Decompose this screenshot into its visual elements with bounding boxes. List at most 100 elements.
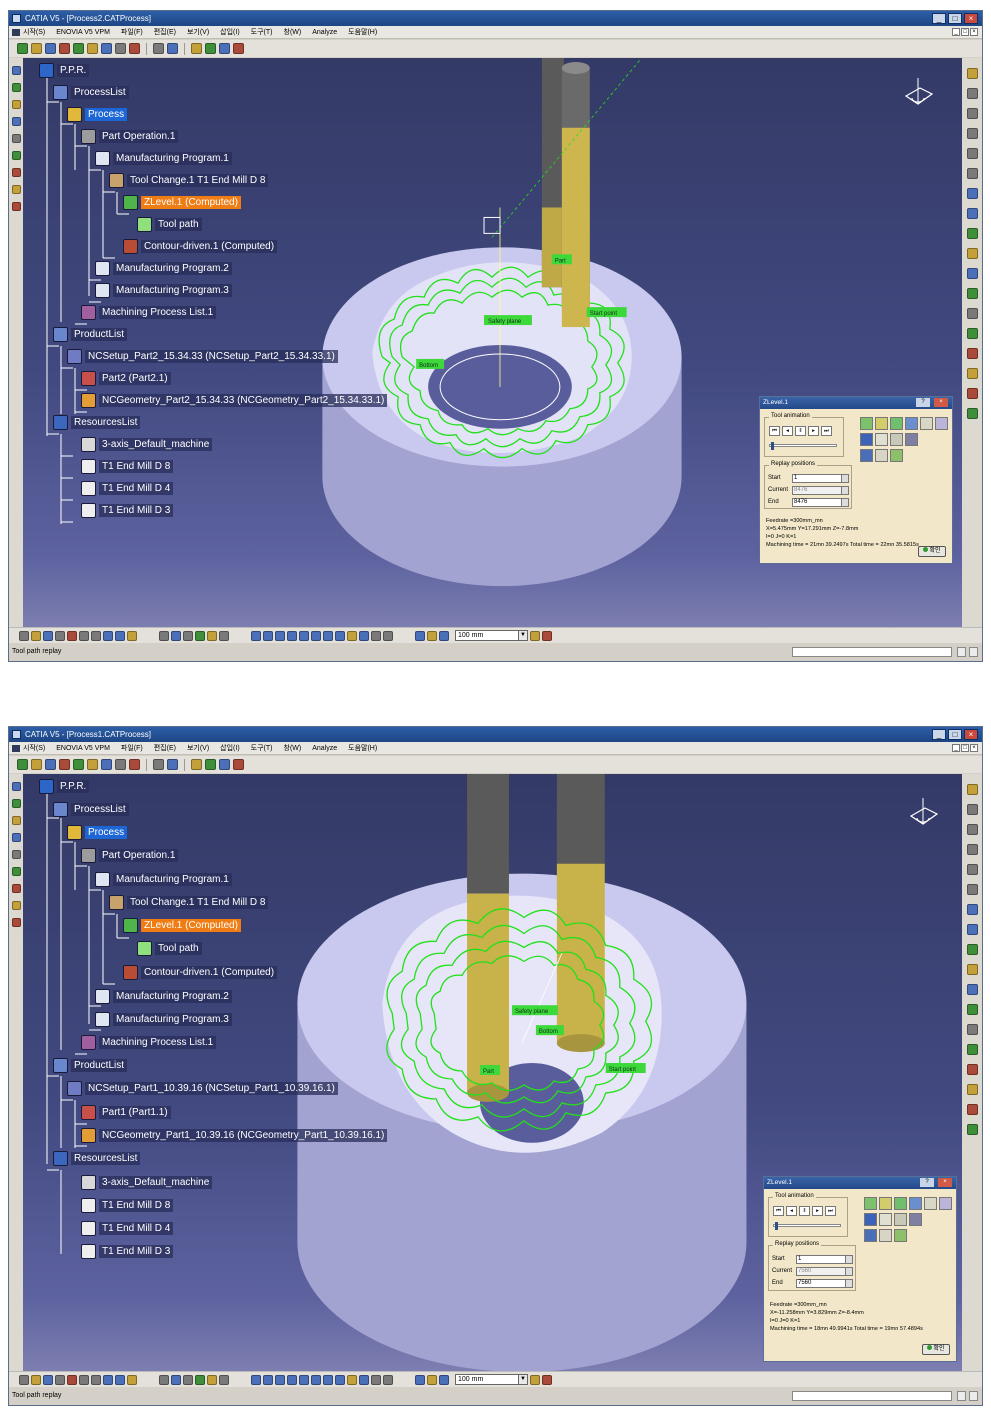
tool-length-icon[interactable]: [530, 630, 540, 641]
tree-node-ppr[interactable]: P.P.R.: [39, 778, 90, 795]
doc-minimize-button[interactable]: _: [952, 744, 960, 752]
multi-view-icon[interactable]: [335, 630, 345, 641]
redo-icon[interactable]: [115, 630, 125, 641]
measure-icon[interactable]: [427, 630, 437, 641]
machine-icon[interactable]: [59, 759, 70, 770]
pause-button[interactable]: ‖: [799, 1206, 810, 1216]
start-spinner[interactable]: [842, 473, 849, 483]
step-back-button[interactable]: ◂: [786, 1206, 797, 1216]
save-icon[interactable]: [966, 408, 978, 419]
dialog-title-bar[interactable]: ZLevel.1 ? ×: [764, 1177, 956, 1189]
tree-node-ppr[interactable]: P.P.R.: [39, 62, 90, 79]
part-operation-icon[interactable]: [31, 43, 42, 54]
tree-node-zlevel[interactable]: ZLevel.1 (Computed): [123, 194, 241, 211]
tool-icon[interactable]: [966, 228, 978, 239]
display-mode-icon[interactable]: [875, 417, 888, 430]
cut-icon[interactable]: [67, 1374, 77, 1385]
tree-node-ncsetup[interactable]: NCSetup_Part1_10.39.16 (NCSetup_Part1_10…: [67, 1080, 338, 1097]
tools-icon[interactable]: [219, 630, 229, 641]
tree-node-product-list[interactable]: ProductList: [53, 1057, 128, 1074]
compass-icon[interactable]: [903, 794, 943, 834]
print-icon[interactable]: [55, 1374, 65, 1385]
print-icon[interactable]: [966, 1104, 978, 1115]
holder-icon[interactable]: [966, 248, 978, 259]
undo-icon[interactable]: [103, 630, 113, 641]
program-icon[interactable]: [45, 759, 56, 770]
hide-show-icon[interactable]: [371, 1374, 381, 1385]
tree-node-tool-change[interactable]: Tool Change.1 T1 End Mill D 8: [109, 172, 269, 189]
delete-icon[interactable]: [11, 168, 21, 177]
tree-node-mfg-program-1[interactable]: Manufacturing Program.1: [95, 150, 232, 167]
tree-node-process[interactable]: Process: [67, 106, 128, 123]
curve-icon[interactable]: [966, 884, 978, 895]
contour-icon[interactable]: [115, 43, 126, 54]
tree-node-contour-driven[interactable]: Contour-driven.1 (Computed): [123, 238, 278, 255]
open-icon[interactable]: [31, 1374, 41, 1385]
tool-icon[interactable]: [966, 944, 978, 955]
open-icon[interactable]: [31, 630, 41, 641]
knowledge-icon[interactable]: [195, 630, 205, 641]
status-option-button[interactable]: [957, 1391, 966, 1401]
point-icon[interactable]: [966, 824, 978, 835]
title-bar[interactable]: CATIA V5 - [Process1.CATProcess] _ □ ×: [9, 727, 982, 742]
point-icon[interactable]: [966, 108, 978, 119]
copy-icon[interactable]: [79, 630, 89, 641]
menu-edit[interactable]: 편집(E): [154, 742, 176, 754]
tree-node-zlevel[interactable]: ZLevel.1 (Computed): [123, 917, 241, 934]
rewind-button[interactable]: ⏮: [769, 426, 780, 436]
whats-this-icon[interactable]: [127, 1374, 137, 1385]
tree-node-tool-d4[interactable]: T1 End Mill D 4: [81, 1220, 174, 1237]
material-removal-icon[interactable]: [542, 1374, 552, 1385]
help-button[interactable]: ?: [920, 1178, 934, 1187]
tree-node-process[interactable]: Process: [67, 824, 128, 841]
snapshot-icon[interactable]: [939, 1197, 952, 1210]
tree-node-ncgeometry[interactable]: NCGeometry_Part2_15.34.33 (NCGeometry_Pa…: [81, 392, 388, 409]
doc-close-button[interactable]: ×: [970, 744, 978, 752]
menu-view[interactable]: 보기(V): [187, 742, 209, 754]
step-forward-button[interactable]: ▸: [812, 1206, 823, 1216]
area-icon[interactable]: [11, 816, 21, 825]
zlevel-icon[interactable]: [87, 759, 98, 770]
nc-output-icon[interactable]: [191, 43, 202, 54]
menu-analyze[interactable]: Analyze: [312, 742, 337, 754]
status-option-button[interactable]: [969, 1391, 978, 1401]
zoom-out-icon[interactable]: [311, 1374, 321, 1385]
check-icon[interactable]: [207, 630, 217, 641]
paste-icon[interactable]: [91, 1374, 101, 1385]
tree-node-machine[interactable]: 3-axis_Default_machine: [81, 1174, 213, 1191]
menu-insert[interactable]: 삽입(I): [220, 742, 240, 754]
step-back-button[interactable]: ◂: [782, 426, 793, 436]
cut-icon[interactable]: [67, 630, 77, 641]
compass-icon[interactable]: [898, 74, 938, 114]
tree-node-part-operation[interactable]: Part Operation.1: [81, 128, 179, 145]
area-icon[interactable]: [11, 100, 21, 109]
collision-icon[interactable]: [920, 417, 933, 430]
fast-forward-button[interactable]: ⏭: [825, 1206, 836, 1216]
menu-help[interactable]: 도움말(H): [348, 26, 377, 38]
pan-icon[interactable]: [275, 1374, 285, 1385]
menu-enovia[interactable]: ENOVIA V5 VPM: [56, 26, 110, 38]
remove-icon[interactable]: [11, 918, 21, 927]
pointer-icon[interactable]: [966, 188, 978, 199]
measure-icon[interactable]: [966, 208, 978, 219]
knowledge-icon[interactable]: [195, 1374, 205, 1385]
pan-icon[interactable]: [275, 630, 285, 641]
maximize-button[interactable]: □: [948, 13, 962, 24]
menu-insert[interactable]: 삽입(I): [220, 26, 240, 38]
axis-system-icon[interactable]: [415, 1374, 425, 1385]
fit-all-icon[interactable]: [263, 1374, 273, 1385]
select-icon[interactable]: [11, 66, 21, 75]
start-field[interactable]: 1: [792, 473, 842, 483]
copy-icon[interactable]: [79, 1374, 89, 1385]
machine-icon[interactable]: [59, 43, 70, 54]
collision-icon[interactable]: [924, 1197, 937, 1210]
tool-change-icon[interactable]: [73, 759, 84, 770]
tool-path-display-icon[interactable]: [894, 1229, 907, 1242]
formula-icon[interactable]: [966, 308, 978, 319]
tree-node-mfg-program-1[interactable]: Manufacturing Program.1: [95, 871, 232, 888]
menu-edit[interactable]: 편집(E): [154, 26, 176, 38]
shop-doc-icon[interactable]: [233, 759, 244, 770]
tree-node-mfg-program-3[interactable]: Manufacturing Program.3: [95, 282, 232, 299]
axis-icon[interactable]: [966, 148, 978, 159]
cutting-icon[interactable]: [860, 433, 873, 446]
